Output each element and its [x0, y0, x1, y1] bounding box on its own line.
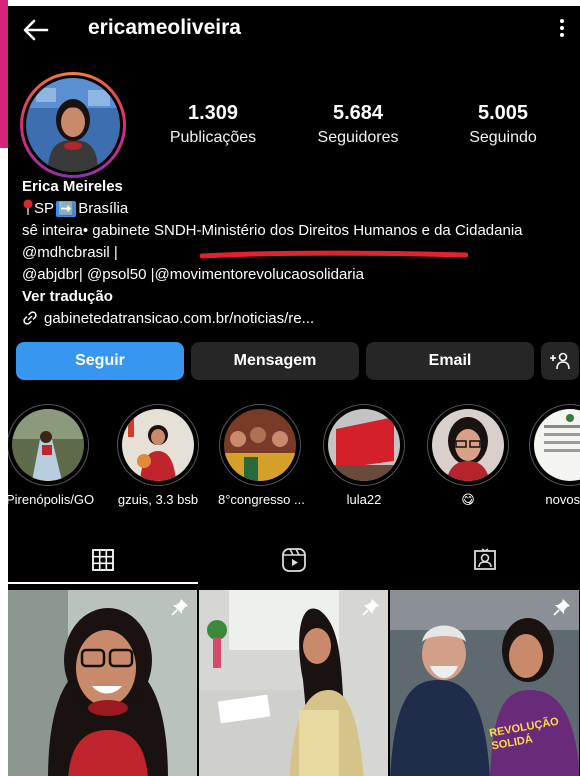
bio-mentions[interactable]: @abjdbr| @psol50 |@movimentorevolucaosol… — [22, 264, 577, 286]
profile-screen: ericameoliveira 1.309 Publicações 5.684 … — [8, 6, 580, 776]
bio-location: SP ➡️ Brasília — [22, 198, 577, 220]
tab-reels[interactable] — [199, 536, 389, 584]
stat-following[interactable]: 5.005 Seguindo — [448, 102, 558, 147]
highlight-pirenopolis[interactable]: Pirenópolis/GO — [8, 404, 95, 507]
followers-label: Seguidores — [317, 129, 399, 146]
pinned-icon — [553, 599, 570, 616]
top-bar: ericameoliveira — [8, 6, 580, 52]
highlight-label: lula22 — [346, 492, 382, 507]
post-image — [390, 590, 579, 776]
grid-post-1[interactable] — [8, 590, 197, 776]
tab-tagged[interactable] — [390, 536, 580, 584]
posts-count: 1.309 — [187, 102, 239, 124]
profile-username: ericameoliveira — [88, 16, 241, 39]
avatar — [26, 78, 120, 172]
post-image — [199, 590, 388, 776]
reels-icon — [282, 548, 306, 572]
pink-edge-decoration — [0, 0, 8, 148]
location-from: SP — [34, 200, 55, 217]
grid-icon — [92, 549, 114, 571]
stat-followers[interactable]: 5.684 Seguidores — [303, 102, 413, 147]
followers-count: 5.684 — [332, 102, 384, 124]
pinned-icon — [362, 599, 379, 616]
bio-external-link[interactable]: gabinetedatransicao.com.br/noticias/re..… — [22, 308, 577, 330]
post-image — [8, 590, 197, 776]
highlight-congresso[interactable]: 8°congresso ... — [218, 404, 305, 507]
location-to: Brasília — [78, 200, 129, 217]
email-button[interactable]: Email — [366, 342, 534, 380]
posts-label: Publicações — [169, 129, 257, 146]
highlight-label: 😋 — [461, 492, 475, 507]
highlight-label: Pirenópolis/GO — [8, 492, 95, 507]
red-underline-annotation — [200, 250, 468, 259]
add-person-icon — [550, 352, 570, 370]
link-icon — [23, 311, 37, 325]
more-options-icon[interactable] — [558, 16, 566, 40]
tab-posts-grid[interactable] — [8, 536, 198, 584]
tagged-person-icon — [474, 548, 496, 570]
highlight-gzuis[interactable]: gzuis, 3.3 bsb — [116, 404, 200, 507]
following-count: 5.005 — [477, 102, 529, 124]
pin-icon — [23, 199, 33, 215]
bio-line-1: sê inteira• gabinete SNDH-Ministério dos… — [22, 222, 523, 239]
grid-post-2[interactable] — [199, 590, 388, 776]
pinned-icon — [171, 599, 188, 616]
highlight-label: novos te — [545, 492, 580, 507]
highlight-label: 8°congresso ... — [218, 492, 305, 507]
highlight-emoji[interactable]: 😋 — [426, 404, 510, 508]
highlight-label: gzuis, 3.3 bsb — [117, 492, 199, 507]
following-label: Seguindo — [469, 129, 537, 146]
back-arrow-icon[interactable] — [22, 16, 50, 44]
stat-posts[interactable]: 1.309 Publicações — [158, 102, 268, 147]
highlight-novos[interactable]: novos te — [528, 404, 580, 507]
see-translation-link[interactable]: Ver tradução — [22, 286, 577, 308]
highlight-lula22[interactable]: lula22 — [322, 404, 406, 507]
follow-button[interactable]: Seguir — [16, 342, 184, 380]
suggested-users-button[interactable] — [541, 342, 579, 380]
bio-link-text: gabinetedatransicao.com.br/noticias/re..… — [44, 310, 315, 327]
grid-post-3[interactable]: REVOLUÇÃO SOLIDÁ — [390, 590, 579, 776]
message-button[interactable]: Mensagem — [191, 342, 359, 380]
profile-name: Erica Meireles — [22, 178, 123, 195]
right-arrow-emoji-icon: ➡️ — [56, 201, 77, 217]
avatar-story-ring[interactable] — [20, 72, 126, 178]
profile-tabs — [8, 536, 580, 584]
